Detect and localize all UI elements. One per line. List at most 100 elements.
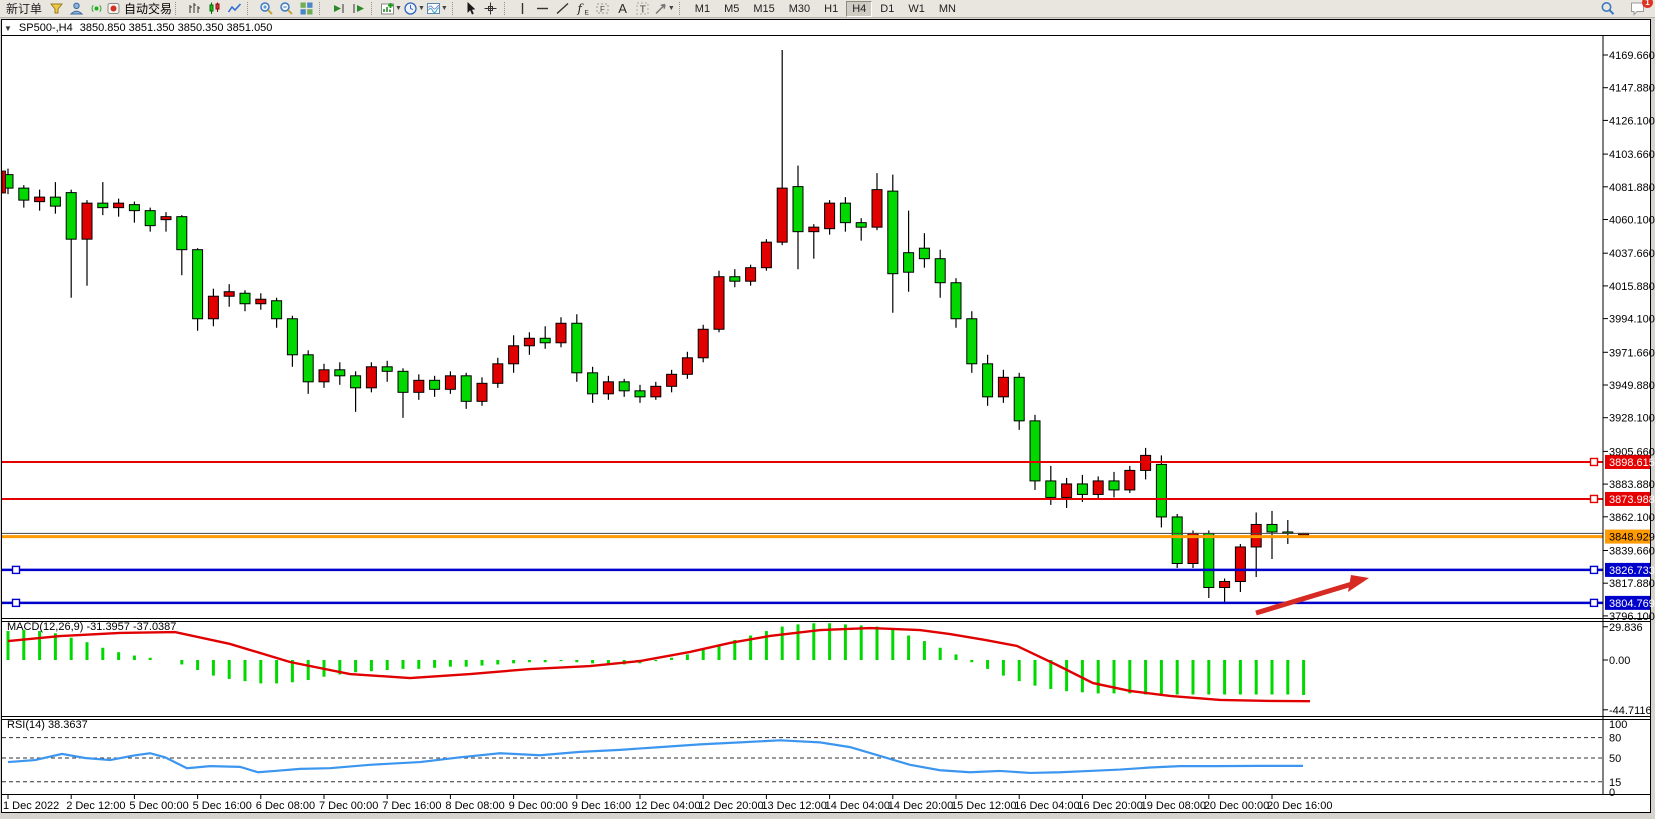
- timeframe-d1-button[interactable]: D1: [874, 1, 900, 17]
- dropdown-caret-icon[interactable]: ▼: [441, 5, 448, 12]
- support-line-1-handle-left[interactable]: [13, 566, 20, 573]
- candle-body: [856, 223, 866, 228]
- support-line-1-handle-right[interactable]: [1591, 566, 1598, 573]
- channel-tool-button[interactable]: F: [593, 1, 613, 17]
- vertical-line-tool-button[interactable]: [513, 1, 533, 17]
- fibonacci-tool-button[interactable]: fE: [573, 1, 593, 17]
- candle-body: [477, 383, 487, 401]
- vline-icon: [515, 1, 530, 16]
- zoom-in-button[interactable]: [256, 1, 276, 17]
- candle-body: [809, 227, 819, 232]
- candle-body: [366, 367, 376, 388]
- new-order-button[interactable]: 新订单: [2, 1, 46, 17]
- timeframe-h4-button[interactable]: H4: [846, 1, 872, 17]
- signals-button[interactable]: [86, 1, 106, 17]
- period-button[interactable]: ▼: [403, 1, 426, 17]
- price-axis-tick-label: 4147.880: [1609, 83, 1655, 95]
- candle-body: [619, 382, 629, 391]
- chart-canvas[interactable]: 3898.6153873.9883848.9293826.7333804.769…: [0, 0, 1655, 819]
- search-button[interactable]: [1597, 1, 1617, 17]
- chart-title-arrow-icon[interactable]: ▼: [4, 24, 12, 33]
- timeframe-m5-button[interactable]: M5: [718, 1, 745, 17]
- history-center-button[interactable]: [46, 1, 66, 17]
- timeframe-mn-button[interactable]: MN: [933, 1, 962, 17]
- notification-badge: 1: [1642, 0, 1653, 8]
- macd-value-main: -31.3957: [86, 621, 129, 633]
- time-axis-label: 9 Dec 00:00: [509, 800, 568, 812]
- chart-window[interactable]: [2, 20, 1651, 813]
- resistance-line-1-handle-right[interactable]: [1591, 458, 1598, 465]
- time-axis-label: 8 Dec 08:00: [445, 800, 504, 812]
- candle-body: [1172, 517, 1182, 564]
- auto-scroll-button[interactable]: [328, 1, 348, 17]
- candle-body: [1156, 464, 1166, 517]
- candle-body: [761, 242, 771, 268]
- publisher-button[interactable]: [66, 1, 86, 17]
- zoomout-icon: [279, 1, 294, 16]
- signal-icon: [89, 1, 104, 16]
- zoom-out-button[interactable]: [276, 1, 296, 17]
- time-axis-label: 14 Dec 04:00: [825, 800, 890, 812]
- hline-icon: [535, 1, 550, 16]
- crosshair-icon: [483, 1, 498, 16]
- candle-body: [35, 197, 45, 202]
- timeframe-m15-button[interactable]: M15: [747, 1, 780, 17]
- dropdown-caret-icon[interactable]: ▼: [668, 5, 675, 12]
- candle-body: [777, 188, 787, 242]
- rsi-axis-tick-label: 0: [1609, 787, 1615, 799]
- dropdown-caret-icon[interactable]: ▼: [395, 5, 402, 12]
- bar-chart-button[interactable]: [184, 1, 204, 17]
- timeframe-w1-button[interactable]: W1: [902, 1, 931, 17]
- auto-trading-button[interactable]: 自动交易: [106, 1, 172, 17]
- template-button[interactable]: ▼: [426, 1, 449, 17]
- trendline-icon: [555, 1, 570, 16]
- crosshair-tool-button[interactable]: [481, 1, 501, 17]
- horizontal-line-tool-button[interactable]: [533, 1, 553, 17]
- candlestick-chart-button[interactable]: [204, 1, 224, 17]
- candle-body-clipped: [2, 171, 6, 193]
- candle-body: [698, 329, 708, 358]
- time-axis-label: 14 Dec 20:00: [888, 800, 953, 812]
- candle-body: [303, 355, 313, 382]
- candle-body: [114, 203, 124, 208]
- candle-body: [572, 323, 582, 373]
- price-axis-tick-label: 4015.880: [1609, 281, 1655, 293]
- arrows-tool-button[interactable]: ▼: [653, 1, 676, 17]
- line-chart-button[interactable]: [224, 1, 244, 17]
- resistance-line-2-handle-right[interactable]: [1591, 495, 1598, 502]
- candle-body: [998, 377, 1008, 397]
- candle-body: [414, 380, 424, 392]
- text-label-tool-button[interactable]: T: [633, 1, 653, 17]
- notifications-button[interactable]: 1: [1627, 1, 1647, 17]
- candle-body: [1030, 421, 1040, 481]
- rsi-axis-tick-label: 100: [1609, 719, 1627, 731]
- cursor-tool-button[interactable]: [461, 1, 481, 17]
- candle-body: [82, 203, 92, 239]
- textA-icon: A: [615, 1, 630, 16]
- timeframe-m30-button[interactable]: M30: [783, 1, 816, 17]
- tile-windows-button[interactable]: [296, 1, 316, 17]
- price-axis-tick-label: 3862.100: [1609, 512, 1655, 524]
- candle-body: [319, 370, 329, 382]
- candle-body: [1220, 582, 1230, 588]
- support-line-2-handle-right[interactable]: [1591, 599, 1598, 606]
- chart-title-ohlc: 3850.850 3851.350 3850.350 3851.050: [80, 22, 273, 34]
- macd-axis-tick-label: 29.836: [1609, 622, 1643, 634]
- candle-body: [382, 367, 392, 372]
- candle-body: [129, 205, 139, 211]
- dropdown-caret-icon[interactable]: ▼: [418, 5, 425, 12]
- timeframe-h1-button[interactable]: H1: [818, 1, 844, 17]
- resistance-line-2-price-label: 3873.988: [1609, 494, 1655, 506]
- new-order-button-label: 新订单: [6, 0, 42, 17]
- candle-body: [1077, 484, 1087, 495]
- timeframe-m1-button[interactable]: M1: [689, 1, 716, 17]
- chart-shift-button[interactable]: [348, 1, 368, 17]
- trendline-tool-button[interactable]: [553, 1, 573, 17]
- chart-title-bar: ▼SP500-,H43850.850 3851.350 3850.350 385…: [4, 21, 272, 35]
- text-tool-button[interactable]: A: [613, 1, 633, 17]
- support-line-2-handle-left[interactable]: [13, 599, 20, 606]
- support-line-1-price-label: 3826.733: [1609, 565, 1655, 577]
- autoscroll-icon: [331, 1, 346, 16]
- add-indicator-button[interactable]: ▼: [380, 1, 403, 17]
- candle-body: [588, 373, 598, 394]
